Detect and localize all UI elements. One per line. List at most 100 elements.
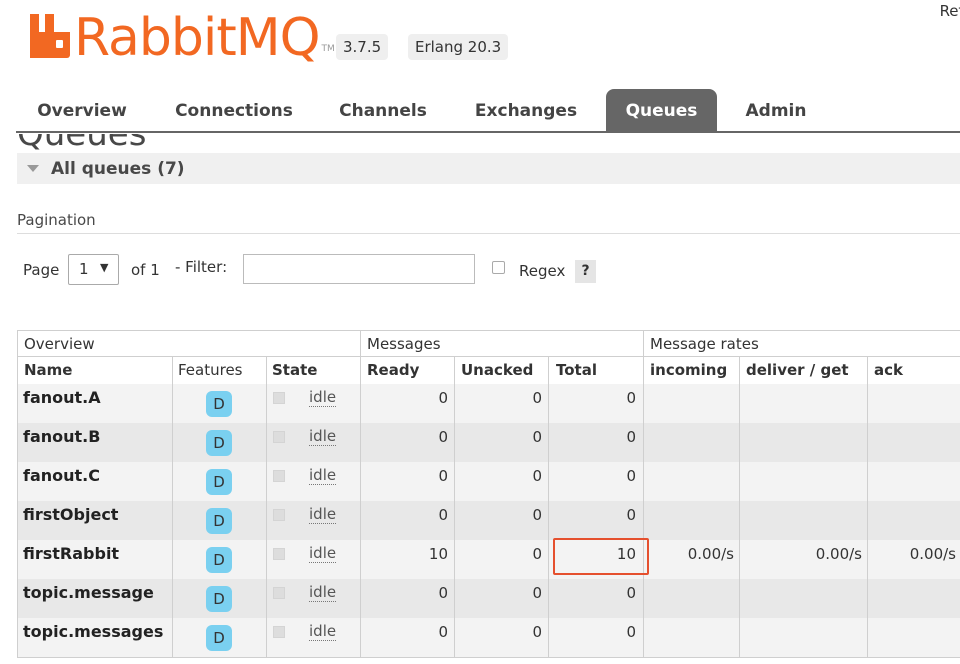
- unacked-value: 0: [532, 467, 542, 485]
- table-row: topic.message D idle 0 0 0: [17, 579, 960, 618]
- pagination-divider: [17, 233, 960, 234]
- col-deliver-get[interactable]: deliver / get: [746, 361, 849, 379]
- column-divider: [548, 357, 549, 658]
- col-state[interactable]: State: [272, 361, 317, 379]
- state-text: idle: [309, 622, 337, 641]
- page-label: Page: [23, 261, 60, 279]
- highlight-annotation: [553, 538, 649, 575]
- table-row: firstObject D idle 0 0 0: [17, 501, 960, 540]
- ack-rate: 0.00/s: [909, 545, 956, 563]
- column-divider: [643, 330, 644, 658]
- regex-help-button[interactable]: ?: [575, 260, 596, 283]
- group-header-message-rates: Message rates: [650, 335, 759, 353]
- state-text: idle: [309, 388, 337, 407]
- table-row: fanout.B D idle 0 0 0: [17, 423, 960, 462]
- total-value: 0: [626, 467, 636, 485]
- state-indicator: [273, 548, 285, 560]
- durable-feature-badge: D: [206, 508, 232, 534]
- rabbitmq-logo[interactable]: RabbitMQ TM: [30, 6, 335, 64]
- tab-queues[interactable]: Queues: [606, 89, 717, 131]
- total-value: 0: [626, 623, 636, 641]
- state-text: idle: [309, 427, 337, 446]
- unacked-value: 0: [532, 584, 542, 602]
- page-title: Queues: [17, 134, 147, 154]
- durable-feature-badge: D: [206, 430, 232, 456]
- column-divider: [454, 357, 455, 658]
- column-divider: [172, 357, 173, 658]
- tab-exchanges[interactable]: Exchanges: [460, 89, 592, 131]
- unacked-value: 0: [532, 428, 542, 446]
- queue-name-link[interactable]: firstRabbit: [23, 544, 119, 563]
- pagination-heading: Pagination: [17, 211, 96, 229]
- state-indicator: [273, 626, 285, 638]
- trademark: TM: [321, 44, 335, 54]
- queue-name-link[interactable]: fanout.B: [23, 427, 100, 446]
- page-count-label: of 1: [131, 261, 160, 279]
- page-select-value: 1: [79, 260, 89, 278]
- durable-feature-badge: D: [206, 391, 232, 417]
- col-unacked[interactable]: Unacked: [461, 361, 533, 379]
- table-row: fanout.C D idle 0 0 0: [17, 462, 960, 501]
- col-name[interactable]: Name: [24, 361, 72, 379]
- tab-channels[interactable]: Channels: [328, 89, 438, 131]
- filter-label: - Filter:: [175, 258, 228, 276]
- group-header-overview: Overview: [24, 335, 95, 353]
- col-incoming[interactable]: incoming: [650, 361, 727, 379]
- table-row: fanout.A D idle 0 0 0: [17, 384, 960, 423]
- durable-feature-badge: D: [206, 547, 232, 573]
- state-indicator: [273, 509, 285, 521]
- column-divider: [739, 357, 740, 658]
- collapse-triangle-icon: [27, 165, 39, 172]
- column-divider: [266, 357, 267, 658]
- ready-value: 0: [438, 623, 448, 641]
- total-value: 0: [626, 389, 636, 407]
- group-header-messages: Messages: [367, 335, 441, 353]
- total-value: 0: [626, 584, 636, 602]
- col-total[interactable]: Total: [556, 361, 597, 379]
- tab-connections[interactable]: Connections: [156, 89, 312, 131]
- durable-feature-badge: D: [206, 625, 232, 651]
- col-ack[interactable]: ack: [874, 361, 903, 379]
- durable-feature-badge: D: [206, 469, 232, 495]
- erlang-version-badge: Erlang 20.3: [408, 34, 509, 60]
- ready-value: 0: [438, 584, 448, 602]
- filter-input[interactable]: [243, 254, 475, 284]
- regex-checkbox[interactable]: [492, 261, 505, 274]
- state-indicator: [273, 392, 285, 404]
- all-queues-section-header[interactable]: All queues (7): [17, 153, 960, 184]
- ready-value: 0: [438, 389, 448, 407]
- queue-name-link[interactable]: topic.message: [23, 583, 154, 602]
- main-tabs: Overview Connections Channels Exchanges …: [16, 89, 960, 133]
- tab-overview[interactable]: Overview: [16, 89, 148, 131]
- state-text: idle: [309, 583, 337, 602]
- group-header-border: [17, 356, 960, 357]
- incoming-rate: 0.00/s: [687, 545, 734, 563]
- durable-feature-badge: D: [206, 586, 232, 612]
- column-divider: [17, 330, 18, 658]
- version-badge: 3.7.5: [336, 34, 389, 60]
- queue-name-link[interactable]: fanout.A: [23, 388, 101, 407]
- page-select[interactable]: 1 ▼: [68, 254, 119, 285]
- deliver-rate: 0.00/s: [815, 545, 862, 563]
- ready-value: 0: [438, 428, 448, 446]
- unacked-value: 0: [532, 506, 542, 524]
- refresh-control[interactable]: Refr: [940, 2, 960, 20]
- col-features[interactable]: Features: [178, 361, 243, 379]
- unacked-value: 0: [532, 623, 542, 641]
- state-text: idle: [309, 505, 337, 524]
- unacked-value: 0: [532, 389, 542, 407]
- col-ready[interactable]: Ready: [367, 361, 419, 379]
- queue-name-link[interactable]: firstObject: [23, 505, 118, 524]
- state-indicator: [273, 431, 285, 443]
- queue-name-link[interactable]: topic.messages: [23, 622, 163, 641]
- logo-mark-icon: [30, 14, 70, 58]
- queue-name-link[interactable]: fanout.C: [23, 466, 100, 485]
- dropdown-arrow-icon: ▼: [100, 261, 109, 274]
- column-divider: [867, 357, 868, 658]
- state-indicator: [273, 470, 285, 482]
- section-label: All queues (7): [51, 159, 185, 179]
- column-divider: [360, 330, 361, 658]
- tab-admin[interactable]: Admin: [728, 89, 824, 131]
- ready-value: 0: [438, 506, 448, 524]
- table-row: topic.messages D idle 0 0 0: [17, 618, 960, 657]
